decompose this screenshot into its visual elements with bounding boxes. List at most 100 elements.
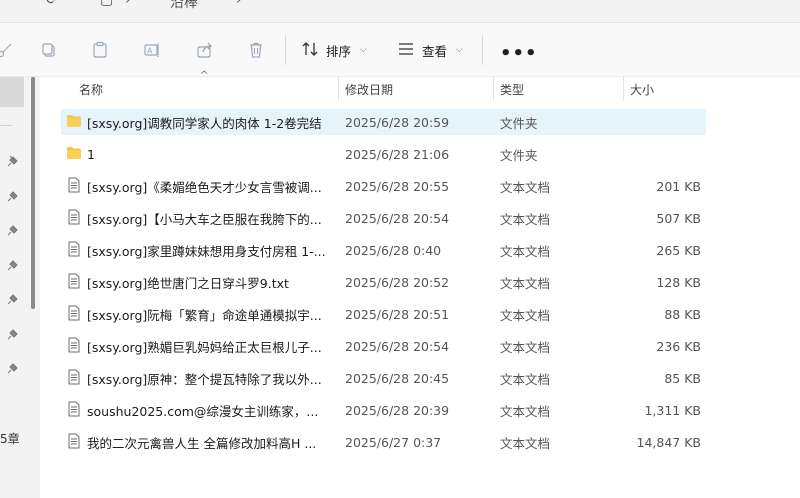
file-date: 2025/6/28 20:59 [345, 114, 450, 130]
file-row[interactable]: [sxsy.org]家里蹲妹妹想用身支付房租 1-... 2025/6/28 0… [61, 237, 706, 263]
view-list-icon [397, 40, 415, 61]
toolbar-divider [285, 35, 286, 65]
text-document-icon [66, 209, 82, 225]
file-name: [sxsy.org]熟媚巨乳妈妈给正太巨根儿子... [87, 339, 322, 355]
file-name: [sxsy.org]调教同学家人的肉体 1-2卷完结 [87, 115, 322, 131]
view-button[interactable]: 查看 ⌵ [397, 37, 463, 63]
file-name: 1 [87, 146, 95, 162]
paste-icon[interactable] [89, 39, 111, 61]
chevron-right-icon[interactable]: › [236, 0, 242, 8]
column-divider[interactable] [493, 77, 494, 101]
text-document-icon [66, 369, 82, 385]
text-document-icon [66, 273, 82, 289]
file-date: 2025/6/28 0:40 [345, 242, 442, 258]
file-date: 2025/6/28 20:52 [345, 274, 450, 290]
pin-icon[interactable] [6, 327, 20, 341]
file-size: 201 KB [656, 178, 701, 194]
pin-icon[interactable] [6, 154, 20, 168]
file-name: [sxsy.org]绝世唐门之日穿斗罗9.txt [87, 275, 289, 291]
command-bar: A 排序 ⌵ 查看 ⌵ ••• [0, 23, 800, 77]
rename-icon[interactable]: A [141, 39, 163, 61]
file-type: 文本文档 [500, 243, 551, 259]
svg-text:A: A [147, 47, 153, 56]
pin-icon[interactable] [6, 292, 20, 306]
nav-selected-item[interactable] [0, 77, 24, 107]
column-header-size[interactable]: 大小 [630, 77, 654, 101]
toolbar-divider [482, 35, 483, 65]
file-row[interactable]: [sxsy.org]阮梅「繁育」命途单通模拟宇... 2025/6/28 20:… [61, 301, 706, 327]
text-document-icon [66, 305, 82, 321]
nav-divider [0, 125, 12, 126]
sort-label: 排序 [326, 43, 352, 59]
chevron-right-icon: › [125, 0, 131, 8]
file-date: 2025/6/27 0:37 [345, 434, 442, 450]
file-row[interactable]: [sxsy.org]绝世唐门之日穿斗罗9.txt 2025/6/28 20:52… [61, 269, 706, 295]
file-type: 文件夹 [500, 115, 538, 131]
file-size: 14,847 KB [636, 434, 701, 450]
file-type: 文本文档 [500, 435, 551, 451]
text-document-icon [66, 177, 82, 193]
file-row[interactable]: [sxsy.org]原神：整个提瓦特除了我以外... 2025/6/28 20:… [61, 365, 706, 391]
navigation-pane: 5章 [0, 77, 40, 498]
column-divider[interactable] [623, 77, 624, 101]
file-name: soushu2025.com@综漫女主训练家，... [87, 403, 319, 419]
file-size: 265 KB [656, 242, 701, 258]
file-row[interactable]: soushu2025.com@综漫女主训练家，... 2025/6/28 20:… [61, 397, 706, 423]
folder-icon [66, 113, 82, 129]
nav-scrollbar[interactable] [31, 77, 35, 309]
file-type: 文本文档 [500, 339, 551, 355]
file-size: 128 KB [656, 274, 701, 290]
file-name: [sxsy.org]【小马大车之臣服在我胯下的... [87, 211, 322, 227]
file-date: 2025/6/28 20:55 [345, 178, 450, 194]
file-date: 2025/6/28 20:51 [345, 306, 450, 322]
nav-item-label[interactable]: 5章 [0, 430, 20, 447]
text-document-icon [66, 241, 82, 257]
sort-ascending-icon: ^ [200, 70, 209, 81]
breadcrumb-current[interactable]: 沿棒 [170, 0, 198, 12]
file-name: [sxsy.org]原神：整个提瓦特除了我以外... [87, 371, 322, 387]
chevron-down-icon: ⌵ [360, 45, 367, 55]
file-size: 507 KB [656, 210, 701, 226]
file-type: 文本文档 [500, 275, 551, 291]
file-row[interactable]: [sxsy.org]【小马大车之臣服在我胯下的... 2025/6/28 20:… [61, 205, 706, 231]
column-header-type[interactable]: 类型 [500, 77, 524, 101]
text-document-icon [66, 337, 82, 353]
file-size: 236 KB [656, 338, 701, 354]
file-type: 文件夹 [500, 147, 538, 163]
file-type: 文本文档 [500, 211, 551, 227]
sort-button[interactable]: 排序 ⌵ [301, 37, 367, 63]
cut-icon[interactable] [0, 39, 16, 61]
refresh-icon[interactable]: ⟳ [46, 0, 58, 8]
file-date: 2025/6/28 20:45 [345, 370, 450, 386]
file-size: 88 KB [664, 306, 701, 322]
column-divider[interactable] [338, 77, 339, 101]
file-row[interactable]: 我的二次元禽兽人生 全篇修改加料高H ... 2025/6/27 0:37 文本… [61, 429, 706, 455]
pin-icon[interactable] [6, 189, 20, 203]
file-row[interactable]: [sxsy.org]熟媚巨乳妈妈给正太巨根儿子... 2025/6/28 20:… [61, 333, 706, 359]
pin-icon[interactable] [6, 223, 20, 237]
text-document-icon [66, 401, 82, 417]
copy-icon[interactable] [38, 39, 60, 61]
text-document-icon [66, 433, 82, 449]
view-label: 查看 [422, 43, 448, 59]
file-size: 85 KB [664, 370, 701, 386]
file-row[interactable]: [sxsy.org]调教同学家人的肉体 1-2卷完结 2025/6/28 20:… [61, 109, 706, 135]
file-date: 2025/6/28 20:54 [345, 338, 450, 354]
file-name: [sxsy.org]家里蹲妹妹想用身支付房租 1-... [87, 243, 326, 259]
share-icon[interactable] [194, 39, 216, 61]
file-name: [sxsy.org]阮梅「繁育」命途单通模拟宇... [87, 307, 322, 323]
more-options-button[interactable]: ••• [500, 43, 538, 64]
file-type: 文本文档 [500, 371, 551, 387]
file-row[interactable]: 1 2025/6/28 21:06 文件夹 [61, 141, 706, 167]
file-type: 文本文档 [500, 403, 551, 419]
title-strip: ⟳ ▢ › 沿棒 › [0, 0, 800, 23]
pin-icon[interactable] [6, 361, 20, 375]
file-size: 1,311 KB [644, 402, 701, 418]
file-type: 文本文档 [500, 307, 551, 323]
column-header-name[interactable]: 名称 [79, 77, 103, 101]
column-header-modified[interactable]: 修改日期 [345, 77, 393, 101]
file-row[interactable]: [sxsy.org]《柔媚绝色天才少女言雪被调... 2025/6/28 20:… [61, 173, 706, 199]
pin-icon[interactable] [6, 258, 20, 272]
folder-icon: ▢ [100, 0, 114, 8]
delete-icon[interactable] [245, 39, 267, 61]
